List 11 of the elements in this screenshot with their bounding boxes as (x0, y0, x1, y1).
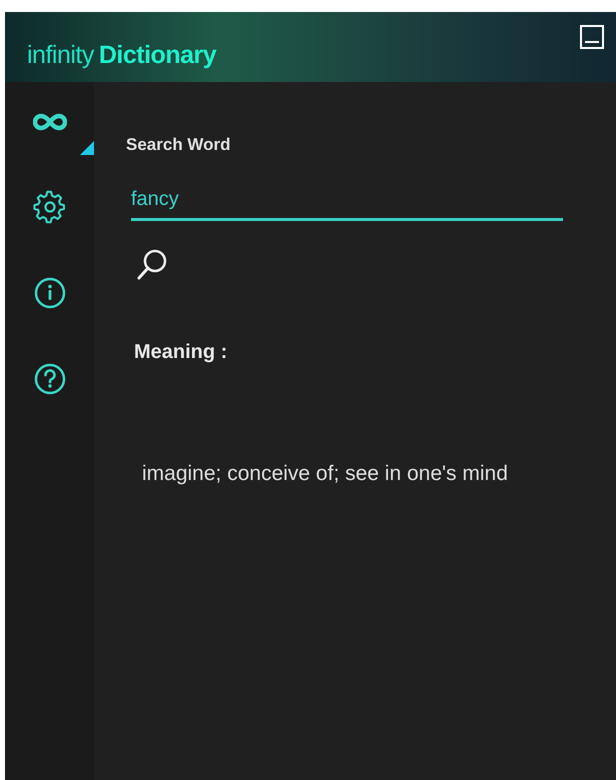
selection-indicator (80, 141, 94, 155)
field-label: Search Word (126, 134, 232, 156)
app-title: infinity (27, 40, 94, 72)
app-title: Dictionary (98, 40, 216, 72)
gear-icon (32, 190, 66, 224)
search-field[interactable]: fancy (131, 184, 563, 220)
minimize-button[interactable] (580, 25, 604, 49)
info-icon (32, 276, 66, 310)
help-icon (32, 362, 66, 396)
meaning-text: imagine; conceive of; see in one's mind (142, 460, 509, 486)
meaning-label: Meaning : (134, 340, 228, 364)
